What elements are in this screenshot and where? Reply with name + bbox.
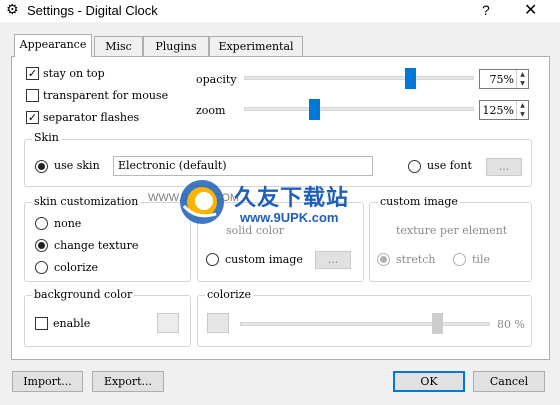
opacity-label: opacity bbox=[196, 73, 237, 86]
custom-image-group-title: custom image bbox=[378, 195, 460, 208]
spin-arrows-icon[interactable]: ▲ ▼ bbox=[516, 101, 528, 119]
window-title: Settings - Digital Clock bbox=[27, 3, 158, 18]
skin-group-title: Skin bbox=[32, 131, 61, 144]
gear-icon: ⚙ bbox=[6, 2, 19, 18]
import-button[interactable]: Import... bbox=[12, 371, 83, 392]
custom-image-label: custom image bbox=[225, 253, 303, 266]
close-button[interactable]: ✕ bbox=[524, 0, 537, 19]
watermark-logo: 久友下载站 www.9UPK.com bbox=[176, 176, 366, 232]
zoom-slider-thumb[interactable] bbox=[309, 99, 320, 120]
texture-per-element-label: texture per element bbox=[396, 224, 508, 237]
font-select-button[interactable]: ... bbox=[486, 158, 522, 176]
tile-radio[interactable] bbox=[453, 253, 466, 266]
zoom-spinbox[interactable]: 125% ▲ ▼ bbox=[479, 100, 529, 120]
ok-button[interactable]: OK bbox=[393, 371, 465, 392]
change-texture-label: change texture bbox=[54, 239, 139, 252]
spin-arrows-icon[interactable]: ▲ ▼ bbox=[516, 70, 528, 88]
none-label: none bbox=[54, 217, 82, 230]
skin-select-value: Electronic (default) bbox=[118, 159, 227, 172]
background-color-swatch-button[interactable] bbox=[157, 313, 179, 333]
background-enable-checkbox[interactable] bbox=[35, 317, 48, 330]
stretch-radio[interactable] bbox=[377, 253, 390, 266]
tab-plugins[interactable]: Plugins bbox=[143, 36, 209, 56]
colorize-title: colorize bbox=[205, 288, 254, 301]
skin-select[interactable]: Electronic (default) bbox=[113, 156, 373, 176]
tab-appearance[interactable]: Appearance bbox=[14, 34, 92, 57]
use-skin-radio[interactable] bbox=[35, 160, 48, 173]
custom-image-group bbox=[369, 202, 532, 282]
stretch-label: stretch bbox=[396, 253, 436, 266]
zoom-value: 125% bbox=[482, 104, 514, 117]
colorize-option-label: colorize bbox=[54, 261, 99, 274]
tab-misc[interactable]: Misc bbox=[94, 36, 143, 56]
cancel-button[interactable]: Cancel bbox=[473, 371, 545, 392]
stay-on-top-label: stay on top bbox=[43, 67, 105, 80]
opacity-slider-track[interactable] bbox=[244, 76, 474, 80]
custom-image-radio[interactable] bbox=[206, 253, 219, 266]
colorize-slider-thumb[interactable] bbox=[432, 313, 443, 334]
stay-on-top-checkbox[interactable]: ✓ bbox=[26, 67, 39, 80]
colorize-slider-track[interactable] bbox=[240, 322, 490, 326]
opacity-slider-thumb[interactable] bbox=[405, 68, 416, 89]
zoom-slider-track[interactable] bbox=[244, 107, 474, 111]
background-color-title: background color bbox=[32, 288, 135, 301]
transparent-for-mouse-checkbox[interactable] bbox=[26, 89, 39, 102]
watermark-name: 久友下载站 bbox=[234, 186, 350, 211]
separator-flashes-label: separator flashes bbox=[43, 111, 140, 124]
colorize-value: 80 % bbox=[497, 318, 525, 331]
colorize-group bbox=[197, 295, 532, 347]
help-button[interactable]: ? bbox=[482, 2, 490, 18]
opacity-spinbox[interactable]: 75% ▲ ▼ bbox=[479, 69, 529, 89]
use-font-label: use font bbox=[427, 159, 472, 172]
zoom-label: zoom bbox=[196, 104, 226, 117]
opacity-value: 75% bbox=[489, 73, 514, 86]
watermark-swirl-icon bbox=[180, 180, 224, 224]
skin-customization-title: skin customization bbox=[32, 195, 141, 208]
use-skin-label: use skin bbox=[54, 159, 100, 172]
use-font-radio[interactable] bbox=[408, 160, 421, 173]
tab-experimental[interactable]: Experimental bbox=[209, 36, 303, 56]
export-button[interactable]: Export... bbox=[92, 371, 164, 392]
change-texture-radio[interactable] bbox=[35, 239, 48, 252]
background-enable-label: enable bbox=[53, 317, 91, 330]
none-radio[interactable] bbox=[35, 217, 48, 230]
image-select-button[interactable]: ... bbox=[315, 251, 351, 269]
watermark-url: www.9UPK.com bbox=[240, 210, 339, 225]
separator-flashes-checkbox[interactable]: ✓ bbox=[26, 111, 39, 124]
colorize-color-swatch-button[interactable] bbox=[207, 313, 229, 333]
tile-label: tile bbox=[472, 253, 490, 266]
transparent-for-mouse-label: transparent for mouse bbox=[43, 89, 169, 102]
colorize-radio[interactable] bbox=[35, 261, 48, 274]
